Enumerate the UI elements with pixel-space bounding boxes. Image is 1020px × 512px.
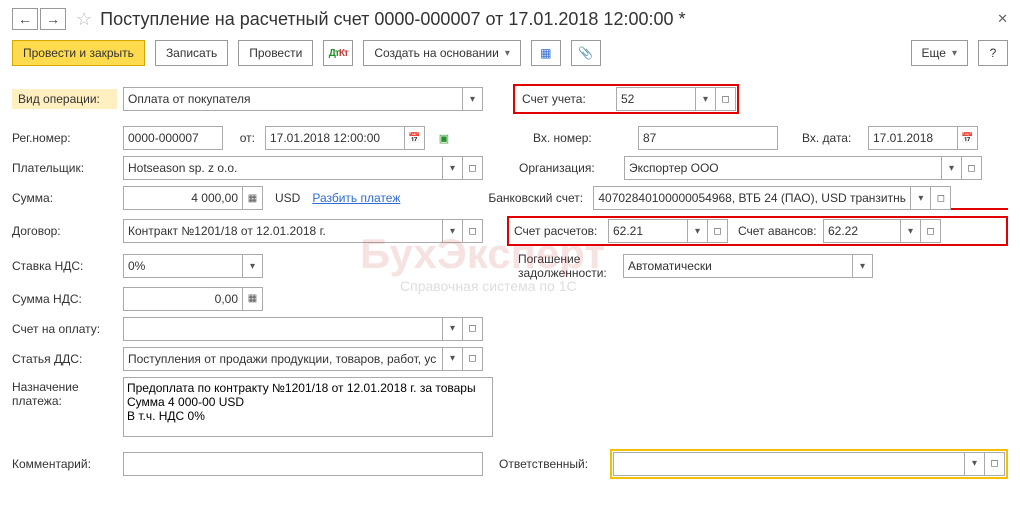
comment-input[interactable] [123, 452, 483, 476]
dds-input[interactable] [123, 347, 443, 371]
responsible-input[interactable] [613, 452, 965, 476]
posted-icon: ▣ [433, 126, 455, 150]
org-dropdown[interactable]: ▾ [942, 156, 962, 180]
write-button[interactable]: Записать [155, 40, 228, 66]
dds-dropdown[interactable]: ▾ [443, 347, 463, 371]
page-title: Поступление на расчетный счет 0000-00000… [100, 9, 989, 30]
attach-button[interactable]: 📎 [571, 40, 601, 66]
post-button[interactable]: Провести [238, 40, 313, 66]
bank-input[interactable] [593, 186, 911, 210]
dds-label: Статья ДДС: [12, 349, 117, 369]
dtkt-button[interactable]: ДтКт [323, 40, 353, 66]
responsible-label: Ответственный: [499, 457, 604, 471]
bank-dropdown[interactable]: ▾ [911, 186, 931, 210]
acc-avans-input[interactable] [823, 219, 901, 243]
payer-dropdown[interactable]: ▾ [443, 156, 463, 180]
purpose-textarea[interactable] [123, 377, 493, 437]
payer-label: Плательщик: [12, 158, 117, 178]
op-type-dropdown[interactable]: ▾ [463, 87, 483, 111]
invoice-label: Счет на оплату: [12, 319, 117, 339]
bank-label: Банковский счет: [482, 191, 587, 205]
from-label: от: [229, 131, 259, 145]
nav-fwd-button[interactable]: → [40, 8, 66, 30]
debt-dropdown[interactable]: ▾ [853, 254, 873, 278]
in-date-input[interactable] [868, 126, 958, 150]
in-date-label: Вх. дата: [802, 131, 862, 145]
reg-no-input[interactable] [123, 126, 223, 150]
sum-calc[interactable]: ▦ [243, 186, 263, 210]
reg-no-label: Рег.номер: [12, 128, 117, 148]
acc-avans-open[interactable]: ◻ [921, 219, 941, 243]
post-and-close-button[interactable]: Провести и закрыть [12, 40, 145, 66]
contract-open[interactable]: ◻ [463, 219, 483, 243]
vat-rate-input[interactable] [123, 254, 243, 278]
acc-raschet-label: Счет расчетов: [510, 224, 608, 238]
account-label: Счет учета: [516, 92, 616, 106]
contract-dropdown[interactable]: ▾ [443, 219, 463, 243]
acc-raschet-open[interactable]: ◻ [708, 219, 728, 243]
debt-input[interactable] [623, 254, 853, 278]
create-based-button[interactable]: Создать на основании [363, 40, 521, 66]
op-type-label: Вид операции: [12, 89, 117, 109]
in-no-input[interactable] [638, 126, 778, 150]
vat-sum-label: Сумма НДС: [12, 289, 117, 309]
nav-back-button[interactable]: ← [12, 8, 38, 30]
sum-input[interactable] [123, 186, 243, 210]
invoice-input[interactable] [123, 317, 443, 341]
payer-open[interactable]: ◻ [463, 156, 483, 180]
purpose-label: Назначение платежа: [12, 377, 117, 411]
org-label: Организация: [513, 161, 618, 175]
favorite-icon[interactable]: ☆ [76, 9, 92, 30]
org-open[interactable]: ◻ [962, 156, 982, 180]
split-payment-link[interactable]: Разбить платеж [312, 191, 400, 205]
responsible-open[interactable]: ◻ [985, 452, 1005, 476]
comment-label: Комментарий: [12, 454, 117, 474]
account-dropdown[interactable]: ▾ [696, 87, 716, 111]
in-date-picker[interactable]: 📅 [958, 126, 978, 150]
acc-raschet-input[interactable] [608, 219, 688, 243]
vat-sum-input[interactable] [123, 287, 243, 311]
bank-open[interactable]: ◻ [931, 186, 951, 210]
payer-input[interactable] [123, 156, 443, 180]
from-date-input[interactable] [265, 126, 405, 150]
invoice-dropdown[interactable]: ▾ [443, 317, 463, 341]
org-input[interactable] [624, 156, 942, 180]
acc-avans-dropdown[interactable]: ▾ [901, 219, 921, 243]
from-date-picker[interactable]: 📅 [405, 126, 425, 150]
account-open[interactable]: ◻ [716, 87, 736, 111]
help-button[interactable]: ? [978, 40, 1008, 66]
close-icon[interactable]: ✕ [997, 11, 1008, 27]
acc-raschet-dropdown[interactable]: ▾ [688, 219, 708, 243]
invoice-open[interactable]: ◻ [463, 317, 483, 341]
op-type-input[interactable] [123, 87, 463, 111]
contract-input[interactable] [123, 219, 443, 243]
contract-label: Договор: [12, 221, 117, 241]
currency-label: USD [275, 191, 300, 205]
account-input[interactable] [616, 87, 696, 111]
vat-rate-dropdown[interactable]: ▾ [243, 254, 263, 278]
more-button[interactable]: Еще [911, 40, 968, 66]
structure-button[interactable]: ▦ [531, 40, 561, 66]
sum-label: Сумма: [12, 188, 117, 208]
responsible-dropdown[interactable]: ▾ [965, 452, 985, 476]
debt-label: Погашение задолженности: [512, 252, 617, 281]
in-no-label: Вх. номер: [527, 131, 632, 145]
vat-sum-calc[interactable]: ▦ [243, 287, 263, 311]
dds-open[interactable]: ◻ [463, 347, 483, 371]
acc-avans-label: Счет авансов: [728, 224, 823, 238]
vat-rate-label: Ставка НДС: [12, 256, 117, 276]
